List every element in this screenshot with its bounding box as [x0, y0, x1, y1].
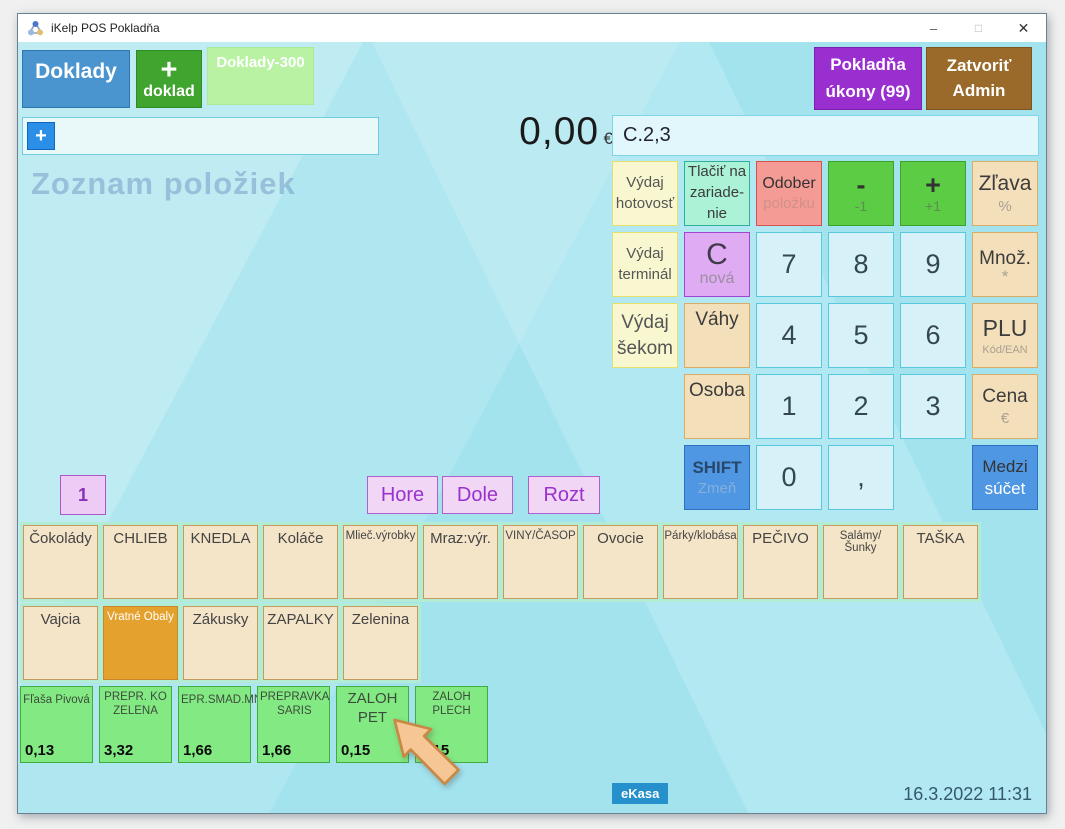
- category-zelenina-button[interactable]: Zelenina: [343, 606, 418, 680]
- category-ovocie-button[interactable]: Ovocie: [583, 525, 658, 599]
- page-indicator-button[interactable]: 1: [60, 475, 106, 515]
- category-vajcia-button[interactable]: Vajcia: [23, 606, 98, 680]
- category-parky-klobasa-button[interactable]: Párky/klobása: [663, 525, 738, 599]
- keypad-c-nova[interactable]: Cnová: [684, 232, 750, 297]
- dole-button[interactable]: Dole: [442, 476, 513, 514]
- search-input[interactable]: [55, 118, 378, 154]
- category-row-1: ČokoládyCHLIEBKNEDLAKoláčeMlieč.výrobkyM…: [20, 522, 981, 602]
- window-titlebar[interactable]: iKelp POS Pokladňa – □ ✕: [18, 14, 1046, 42]
- category-cokolady-button[interactable]: Čokolády: [23, 525, 98, 599]
- window-title: iKelp POS Pokladňa: [51, 21, 160, 35]
- cursor-arrow-icon: [386, 713, 472, 799]
- category-zapalky-button[interactable]: ZAPALKY: [263, 606, 338, 680]
- item-search-box: +: [22, 117, 379, 155]
- minimize-button[interactable]: –: [911, 14, 956, 42]
- product-prepravka-saris-button[interactable]: PREPRAVKA SARIS1,66: [257, 686, 330, 763]
- keypad-minus[interactable]: --1: [828, 161, 894, 226]
- plus-icon: +: [161, 57, 178, 83]
- doklady-count-button[interactable]: Doklady-300: [207, 47, 314, 105]
- keypad-shift[interactable]: SHIFTZmeň: [684, 445, 750, 510]
- product-prepr-ko-zelena-button[interactable]: PREPR. KO ZELENA3,32: [99, 686, 172, 763]
- keypad-odober-polozku[interactable]: Odoberpoložku: [756, 161, 822, 226]
- keypad-vydaj-terminal[interactable]: Výdajterminál: [612, 232, 678, 297]
- category-row-2: VajciaVratné ObalyZákuskyZAPALKYZelenina: [20, 603, 421, 683]
- category-mraz-vyr-button[interactable]: Mraz:výr.: [423, 525, 498, 599]
- category-mliec-vyrobky-button[interactable]: Mlieč.výrobky: [343, 525, 418, 599]
- keypad-vydaj-sekom[interactable]: Výdajšekom: [612, 303, 678, 368]
- keypad: VýdajhotovosťTlačiť nazariade-nieOdoberp…: [612, 161, 1038, 510]
- category-taska-button[interactable]: TAŠKA: [903, 525, 978, 599]
- pos-client-area: Doklady + doklad Doklady-300 Pokladňa úk…: [18, 42, 1046, 813]
- keypad-digit-8[interactable]: 8: [828, 232, 894, 297]
- keypad-digit-9[interactable]: 9: [900, 232, 966, 297]
- app-window: iKelp POS Pokladňa – □ ✕ Doklady + dokla…: [17, 13, 1047, 814]
- category-zakusky-button[interactable]: Zákusky: [183, 606, 258, 680]
- keypad-cena[interactable]: Cena€: [972, 374, 1038, 439]
- keypad-digit-1[interactable]: 1: [756, 374, 822, 439]
- keypad-digit-2[interactable]: 2: [828, 374, 894, 439]
- keypad-digit-4[interactable]: 4: [756, 303, 822, 368]
- rozt-button[interactable]: Rozt: [528, 476, 600, 514]
- keypad-digit-5[interactable]: 5: [828, 303, 894, 368]
- datetime-label: 16.3.2022 11:31: [903, 784, 1032, 805]
- keypad-digit-6[interactable]: 6: [900, 303, 966, 368]
- pokladna-ukony-button[interactable]: Pokladňa úkony (99): [814, 47, 922, 110]
- keypad-digit-7[interactable]: 7: [756, 232, 822, 297]
- items-list-placeholder: Zoznam položiek: [31, 166, 296, 202]
- maximize-button[interactable]: □: [956, 14, 1001, 42]
- keypad-comma[interactable]: ,: [828, 445, 894, 510]
- keypad-vydaj-hotovost[interactable]: Výdajhotovosť: [612, 161, 678, 226]
- keypad-osoba[interactable]: Osoba: [684, 374, 750, 439]
- keypad-plu[interactable]: PLUKód/EAN: [972, 303, 1038, 368]
- keypad-plus[interactable]: ++1: [900, 161, 966, 226]
- keypad-mnozstvo[interactable]: Množ.*: [972, 232, 1038, 297]
- category-pecivo-button[interactable]: PEČIVO: [743, 525, 818, 599]
- keypad-medzisucet[interactable]: Medzisúčet: [972, 445, 1038, 510]
- doklady-button[interactable]: Doklady: [22, 50, 130, 108]
- keypad-digit-3[interactable]: 3: [900, 374, 966, 439]
- ekasa-badge[interactable]: eKasa: [612, 783, 668, 804]
- keypad-tlacit-na-zariadenie[interactable]: Tlačiť nazariade-nie: [684, 161, 750, 226]
- add-item-button[interactable]: +: [27, 122, 55, 150]
- total-amount: 0,00: [519, 110, 599, 153]
- category-salamy-sunky-button[interactable]: Salámy/Šunky: [823, 525, 898, 599]
- keypad-vahy[interactable]: Váhy: [684, 303, 750, 368]
- new-receipt-button[interactable]: + doklad: [136, 50, 202, 108]
- hore-button[interactable]: Hore: [367, 476, 438, 514]
- category-vratne-obaly-button[interactable]: Vratné Obaly: [103, 606, 178, 680]
- category-knedla-button[interactable]: KNEDLA: [183, 525, 258, 599]
- keypad-digit-0[interactable]: 0: [756, 445, 822, 510]
- code-input[interactable]: [612, 115, 1039, 156]
- keypad-zlava[interactable]: Zľava%: [972, 161, 1038, 226]
- close-icon[interactable]: ✕: [1001, 14, 1046, 42]
- product-flasa-pivova-button[interactable]: Fľaša Pivová0,13: [20, 686, 93, 763]
- total-display: 0,00 €: [468, 110, 613, 154]
- category-chlieb-button[interactable]: CHLIEB: [103, 525, 178, 599]
- category-kolace-button[interactable]: Koláče: [263, 525, 338, 599]
- category-viny-casop-button[interactable]: VINY/ČASOP: [503, 525, 578, 599]
- app-logo-icon: [27, 20, 44, 37]
- product-epr-smad-mni-button[interactable]: EPR.SMAD.MNI1,66: [178, 686, 251, 763]
- zatvorit-admin-button[interactable]: Zatvoriť Admin: [926, 47, 1032, 110]
